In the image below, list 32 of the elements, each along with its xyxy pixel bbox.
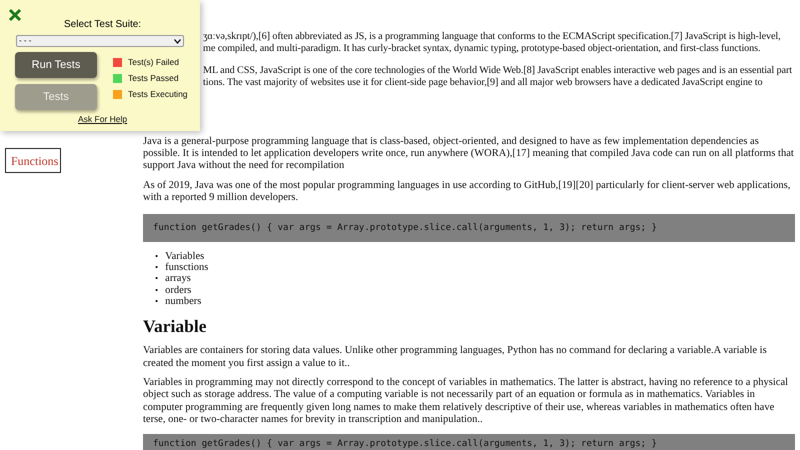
- legend-label: Tests Passed: [128, 73, 179, 84]
- list-bullet: •: [155, 250, 158, 262]
- list-item: orders: [165, 284, 192, 296]
- help-link[interactable]: Ask For Help: [78, 113, 128, 126]
- list-bullet: •: [155, 273, 158, 285]
- list-item: Variables: [165, 250, 204, 262]
- list-item: numbers: [165, 296, 202, 308]
- action-button[interactable]: Run Tests: [15, 52, 97, 78]
- section-heading: Variable: [143, 315, 208, 338]
- paragraph-text: Variables in programming may not directly correspond to the concept of variables in mathematics. The latter is abstract, having no reference to a physical object such as storage address. The value of a computing variable is not necessarily part of an equation or formula as in mathematics. Variables in computer programming are frequently given long names to make them relatively descriptive of their use, whereas variables in mathematics often have terse, one- or two-character names for brevity in transcription and manipulation..: [143, 376, 790, 427]
- list-bullet: •: [155, 262, 158, 274]
- panel-title: Select Test Suite:: [64, 18, 142, 32]
- list-item: funsctions: [165, 262, 208, 274]
- paragraph-text: ML and CSS, JavaScript is one of the core technologies of the World Wide Web.[8] JavaScript enables interactive web pages and is an essential part: [203, 64, 793, 78]
- paragraph-text: Java is a general-purpose programming language that is class-based, object-oriented, and designed to have as few implementation dependencies as possible. It is intended to let application developers write once, run anywhere (WORA),[17] meaning that compiled Java code can run on all platforms that support Java without the need for recompilation: [143, 136, 795, 173]
- nav-button[interactable]: Functions: [5, 148, 61, 173]
- legend-label: Test(s) Failed: [128, 57, 180, 68]
- paragraph-text: tions. The vast majority of websites use it for client-side page behavior,[9] and all major web browsers have a dedicated JavaScript engine to: [203, 77, 764, 90]
- close-icon[interactable]: [8, 8, 22, 22]
- code-block: function getGrades() { var args = Array.prototype.slice.call(arguments, 1, 3); return args; }: [143, 214, 795, 242]
- chevron-down-icon: [174, 38, 181, 44]
- paragraph-text: Variables are containers for storing data values. Unlike other programming languages, Python has no command for declaring a variable.A variable is created the moment you first assign a value to it..: [143, 345, 768, 370]
- legend-label: Tests Executing: [128, 89, 188, 100]
- paragraph-text: me compiled, and multi-paradigm. It has curly-bracket syntax, dynamic typing, prototype-based object-orientation, and first-class functions.: [203, 43, 762, 56]
- paragraph-text: ʒɑːvə,skrɪpt/),[6] often abbreviated as JS, is a programming language that conforms to the ECMAScript specification.[7] JavaScript is high-level,: [203, 31, 782, 44]
- list-item: arrays: [165, 273, 191, 285]
- paragraph-text: As of 2019, Java was one of the most popular programming languages in use according to GitHub,[19][20] particularly for client-server web applications, with a reported 9 million developers.: [143, 180, 792, 205]
- list-bullet: •: [155, 296, 158, 308]
- suite-select[interactable]: - - -: [16, 35, 184, 47]
- code-block: function getGrades() { var args = Array.prototype.slice.call(arguments, 1, 3); return args; }: [143, 434, 795, 450]
- select-value: - - -: [19, 35, 32, 47]
- list-bullet: •: [155, 284, 158, 296]
